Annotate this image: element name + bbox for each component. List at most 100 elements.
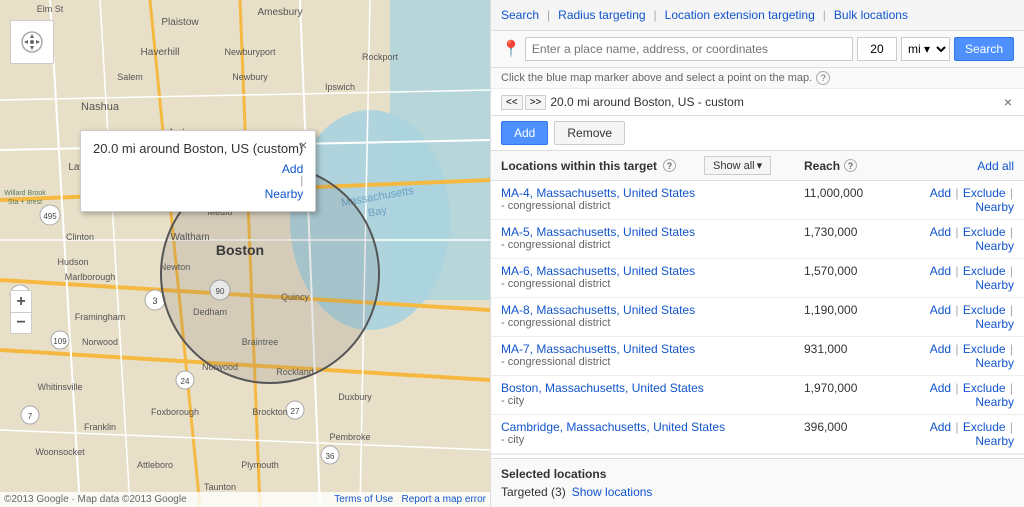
row-actions-2: Add | Exclude | Nearby (894, 264, 1014, 292)
row-location-6: Cambridge, Massachusetts, United States … (501, 420, 804, 446)
forward-arrow-button[interactable]: >> (525, 95, 547, 110)
location-link-1[interactable]: MA-5, Massachusetts, United States (501, 225, 695, 239)
svg-text:495: 495 (43, 212, 57, 221)
add-link-1[interactable]: Add (930, 225, 951, 239)
zoom-in-button[interactable]: + (10, 290, 32, 312)
nav-location-ext-link[interactable]: Location extension targeting (665, 8, 815, 22)
zoom-out-button[interactable]: − (10, 312, 32, 334)
locations-table: Locations within this target ? Show all … (491, 151, 1024, 458)
map-footer-right: Terms of Use Report a map error (334, 494, 486, 505)
add-link-2[interactable]: Add (930, 264, 951, 278)
row-actions-0: Add | Exclude | Nearby (894, 186, 1014, 214)
svg-text:Dedham: Dedham (193, 307, 227, 317)
exclude-link-4[interactable]: Exclude (963, 342, 1006, 356)
svg-text:Newburyport: Newburyport (224, 47, 276, 57)
svg-text:Framingham: Framingham (75, 312, 126, 322)
exclude-link-1[interactable]: Exclude (963, 225, 1006, 239)
map-pin-icon: 📍 (501, 39, 521, 59)
popup-separator: | (93, 176, 303, 187)
nearby-link-5[interactable]: Nearby (975, 395, 1014, 409)
row-reach-2: 1,570,000 (804, 264, 894, 278)
exclude-link-3[interactable]: Exclude (963, 303, 1006, 317)
report-error-link[interactable]: Report a map error (402, 494, 486, 505)
radius-input[interactable]: 20 (857, 37, 897, 61)
nearby-link-4[interactable]: Nearby (975, 356, 1014, 370)
svg-text:7: 7 (28, 412, 33, 421)
table-row: MA-6, Massachusetts, United States - con… (491, 259, 1024, 298)
nearby-link-6[interactable]: Nearby (975, 434, 1014, 448)
show-locations-link[interactable]: Show locations (572, 485, 653, 499)
table-header: Locations within this target ? Show all … (491, 151, 1024, 181)
nearby-link-1[interactable]: Nearby (975, 239, 1014, 253)
location-type-6: - city (501, 434, 804, 446)
col-show-header: Show all ▾ (704, 156, 804, 175)
remove-button[interactable]: Remove (554, 121, 625, 145)
svg-text:3: 3 (152, 296, 157, 306)
map-zoom-controls: + − (10, 290, 32, 334)
location-type-0: - congressional district (501, 200, 804, 212)
svg-text:Woonsocket: Woonsocket (35, 447, 85, 457)
add-link-6[interactable]: Add (930, 420, 951, 434)
exclude-link-2[interactable]: Exclude (963, 264, 1006, 278)
location-link-2[interactable]: MA-6, Massachusetts, United States (501, 264, 695, 278)
row-location-3: MA-8, Massachusetts, United States - con… (501, 303, 804, 329)
reach-header-help[interactable]: ? (844, 159, 857, 172)
location-link-6[interactable]: Cambridge, Massachusetts, United States (501, 420, 725, 434)
svg-text:Newton: Newton (160, 262, 191, 272)
add-link-4[interactable]: Add (930, 342, 951, 356)
row-actions-1: Add | Exclude | Nearby (894, 225, 1014, 253)
hint-text: Click the blue map marker above and sele… (501, 72, 812, 84)
svg-text:Pembroke: Pembroke (329, 432, 370, 442)
show-all-button[interactable]: Show all ▾ (704, 156, 771, 175)
svg-text:Whitinsville: Whitinsville (37, 382, 82, 392)
right-panel: Search | Radius targeting | Location ext… (490, 0, 1024, 507)
svg-text:Ipswich: Ipswich (325, 82, 355, 92)
location-link-5[interactable]: Boston, Massachusetts, United States (501, 381, 704, 395)
add-link-3[interactable]: Add (930, 303, 951, 317)
exclude-link-0[interactable]: Exclude (963, 186, 1006, 200)
nav-radius-link[interactable]: Radius targeting (558, 8, 645, 22)
popup-close-button[interactable]: × (299, 137, 307, 153)
nearby-link-3[interactable]: Nearby (975, 317, 1014, 331)
nav-search-link[interactable]: Search (501, 8, 539, 22)
nav-bulk-link[interactable]: Bulk locations (834, 8, 908, 22)
search-button[interactable]: Search (954, 37, 1014, 61)
map-pan-control[interactable] (10, 20, 54, 64)
svg-text:Willard Brook: Willard Brook (4, 190, 46, 197)
nearby-link-0[interactable]: Nearby (975, 200, 1014, 214)
nav-sep-3: | (823, 8, 826, 22)
action-row: Add Remove (491, 116, 1024, 151)
target-close-button[interactable]: × (1002, 94, 1014, 110)
add-link-0[interactable]: Add (930, 186, 951, 200)
target-row: << >> 20.0 mi around Boston, US - custom… (491, 89, 1024, 116)
location-header-help[interactable]: ? (663, 159, 676, 172)
unit-select[interactable]: mi ▾ km (901, 37, 950, 61)
targeted-count: Targeted (3) (501, 485, 566, 499)
row-reach-4: 931,000 (804, 342, 894, 356)
location-link-3[interactable]: MA-8, Massachusetts, United States (501, 303, 695, 317)
popup-add-link[interactable]: Add (93, 162, 303, 176)
col-reach-header: Reach ? (804, 159, 894, 173)
add-all-link[interactable]: Add all (977, 159, 1014, 173)
exclude-link-6[interactable]: Exclude (963, 420, 1006, 434)
exclude-link-5[interactable]: Exclude (963, 381, 1006, 395)
location-link-4[interactable]: MA-7, Massachusetts, United States (501, 342, 695, 356)
svg-text:Hudson: Hudson (57, 257, 88, 267)
svg-text:Boston: Boston (216, 242, 264, 258)
svg-text:Duxbury: Duxbury (338, 392, 372, 402)
terms-link[interactable]: Terms of Use (334, 494, 393, 505)
search-input[interactable] (525, 37, 853, 61)
nearby-link-2[interactable]: Nearby (975, 278, 1014, 292)
svg-text:Braintree: Braintree (242, 337, 279, 347)
back-arrow-button[interactable]: << (501, 95, 523, 110)
svg-text:Plaistow: Plaistow (161, 17, 199, 28)
add-link-5[interactable]: Add (930, 381, 951, 395)
popup-nearby-link[interactable]: Nearby (93, 187, 303, 201)
add-button[interactable]: Add (501, 121, 548, 145)
svg-text:Salem: Salem (117, 72, 143, 82)
hint-icon[interactable]: ? (816, 71, 830, 85)
row-reach-3: 1,190,000 (804, 303, 894, 317)
location-link-0[interactable]: MA-4, Massachusetts, United States (501, 186, 695, 200)
svg-text:24: 24 (181, 377, 190, 386)
svg-text:Waltham: Waltham (170, 232, 209, 243)
